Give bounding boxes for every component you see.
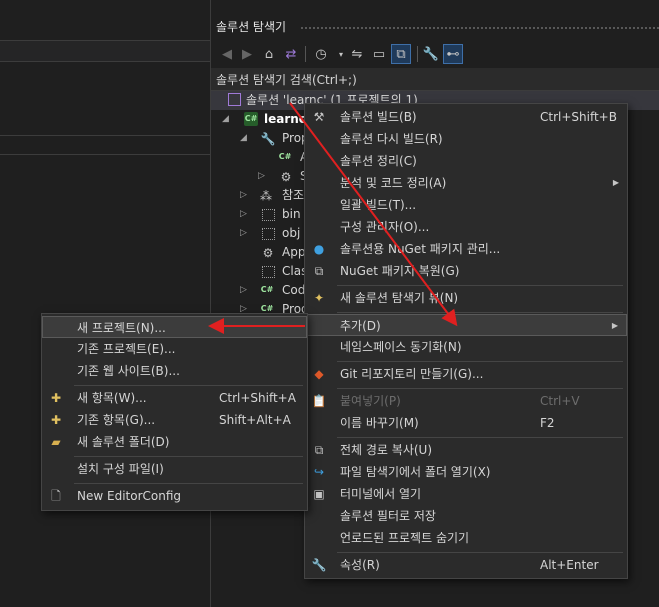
annotation-arrows <box>208 102 458 334</box>
annotation-arrow-to-add <box>289 102 458 327</box>
